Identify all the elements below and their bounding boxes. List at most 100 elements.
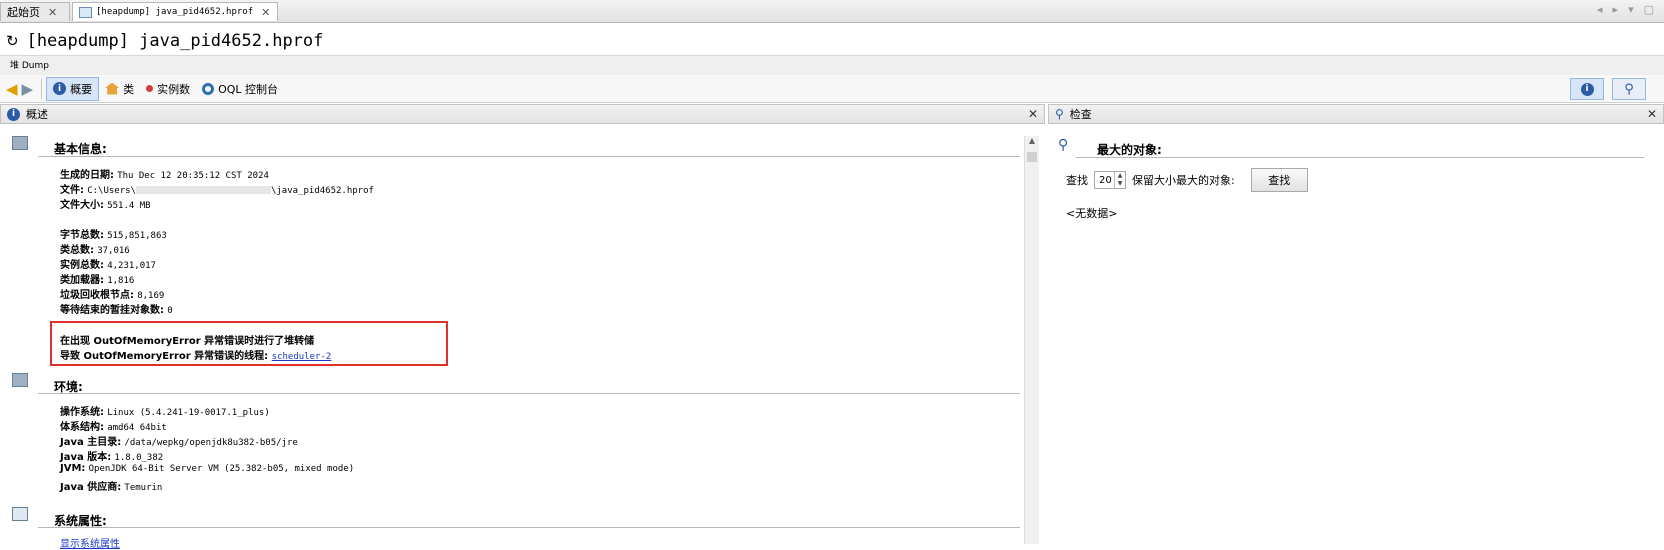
total-bytes-row: 字节总数: 515,851,863	[60, 226, 167, 241]
count-value: 20	[1099, 174, 1112, 186]
arch-value: amd64 64bit	[107, 423, 167, 433]
inspect-panel-title: 检查	[1069, 108, 1092, 121]
section-divider	[1076, 157, 1644, 158]
scroll-up-icon[interactable]: ▲	[1025, 136, 1039, 150]
oom-thread-label: 导致 OutOfMemoryError 异常错误的线程:	[60, 351, 269, 362]
instances-view-button[interactable]: 实例数	[140, 78, 196, 100]
heapdump-icon	[79, 6, 92, 18]
oql-console-label: OQL 控制台	[218, 82, 279, 96]
document-title: [heapdump] java_pid4652.hprof	[26, 31, 324, 51]
inspect-panel-header: ⚲ 检查 ✕	[1048, 104, 1664, 124]
file-value: C:\Users\	[87, 186, 136, 196]
total-classes-row: 类总数: 37,016	[60, 241, 130, 256]
maximize-icon[interactable]: ▢	[1644, 3, 1654, 16]
find-row: 查找 20 ▲ ▼ 保留大小最大的对象: 查找	[1066, 168, 1308, 192]
os-label: 操作系统:	[60, 407, 104, 418]
total-classes-value: 37,016	[97, 246, 130, 256]
scrollbar-thumb[interactable]	[1027, 152, 1037, 162]
oom-thread-link[interactable]: scheduler-2	[272, 352, 332, 362]
size-value: 551.4 MB	[107, 201, 151, 211]
java-version-row: Java 版本: 1.8.0_382	[60, 448, 163, 463]
tab-heapdump[interactable]: [heapdump] java_pid4652.hprof ✕	[72, 2, 278, 21]
oom-heapdump-notice: 在出现 OutOfMemoryError 异常错误时进行了堆转储	[60, 336, 315, 347]
close-icon[interactable]: ✕	[48, 6, 57, 19]
dropdown-icon[interactable]: ▾	[1628, 3, 1634, 16]
system-properties-icon	[12, 507, 28, 521]
overview-view-label: 概要	[70, 82, 93, 96]
redacted-path	[135, 186, 271, 194]
file-value-tail: \java_pid4652.hprof	[270, 186, 374, 196]
classes-view-button[interactable]: 类	[99, 78, 140, 100]
vertical-scrollbar[interactable]: ▲	[1024, 136, 1039, 544]
pending-finalization-row: 等待结束的暂挂对象数: 0	[60, 301, 173, 316]
java-home-row: Java 主目录: /data/wepkg/openjdk8u382-b05/j…	[60, 433, 298, 448]
pending-final-label: 等待结束的暂挂对象数:	[60, 305, 164, 316]
total-instances-value: 4,231,017	[107, 261, 156, 271]
search-icon: ⚲	[1055, 107, 1064, 121]
document-title-row: ↻ [heapdump] java_pid4652.hprof	[0, 24, 1664, 58]
close-icon[interactable]: ✕	[1028, 107, 1038, 121]
tab-start-page[interactable]: 起始页 ✕	[0, 2, 70, 21]
inspect-toggle-button[interactable]: ⚲	[1612, 78, 1646, 100]
environment-icon	[12, 373, 28, 387]
show-system-properties-link[interactable]: 显示系统属性	[60, 535, 120, 550]
generated-date-row: 生成的日期: Thu Dec 12 20:35:12 CST 2024	[60, 166, 269, 181]
subtab-heap-dump-label: 堆 Dump	[10, 61, 49, 71]
view-toolbar: ◀ ▶ i 概要 类 实例数 OQL 控制台 i ⚲	[0, 75, 1664, 103]
find-button[interactable]: 查找	[1250, 168, 1308, 192]
arch-label: 体系结构:	[60, 422, 104, 433]
oql-console-button[interactable]: OQL 控制台	[196, 78, 284, 100]
gc-roots-value: 8,169	[137, 291, 165, 301]
section-divider	[38, 527, 1020, 528]
count-spinner[interactable]: 20 ▲ ▼	[1094, 171, 1126, 189]
forward-arrow-icon[interactable]: ▶	[22, 80, 34, 98]
refresh-icon[interactable]: ↻	[6, 32, 19, 50]
overview-panel-header: i 概述 ✕	[0, 104, 1045, 124]
tab-start-page-label: 起始页	[7, 6, 40, 19]
instances-view-label: 实例数	[157, 82, 191, 96]
arch-row: 体系结构: amd64 64bit	[60, 418, 167, 433]
generated-label: 生成的日期:	[60, 170, 114, 181]
spinner-arrows-icon[interactable]: ▲ ▼	[1114, 172, 1125, 188]
close-icon[interactable]: ✕	[1647, 107, 1657, 121]
java-home-label: Java 主目录:	[60, 437, 122, 448]
overview-panel-title: 概述	[26, 108, 48, 121]
total-bytes-label: 字节总数:	[60, 230, 104, 241]
classes-icon	[105, 82, 120, 95]
info-icon: i	[7, 107, 20, 121]
java-version-label: Java 版本:	[60, 452, 112, 463]
jvm-row: JVM: OpenJDK 64-Bit Server VM (25.382-b0…	[60, 463, 354, 474]
section-divider	[38, 156, 1020, 157]
instance-icon	[146, 85, 154, 92]
os-row: 操作系统: Linux (5.4.241-19-0017.1_plus)	[60, 403, 270, 418]
file-row: 文件: C:\Users\ \java_pid4652.hprof	[60, 181, 374, 196]
total-instances-label: 实例总数:	[60, 260, 104, 271]
section-divider	[38, 393, 1020, 394]
toolbar-separator	[41, 78, 43, 99]
jvm-label: JVM:	[60, 463, 86, 474]
largest-objects-title: 最大的对象:	[1097, 143, 1162, 157]
pending-final-value: 0	[167, 306, 173, 316]
subtab-strip: 堆 Dump	[0, 55, 1664, 76]
overview-view-button[interactable]: i 概要	[46, 76, 100, 101]
jvm-value: OpenJDK 64-Bit Server VM (25.382-b05, mi…	[88, 464, 355, 474]
summary-toggle-button[interactable]: i	[1570, 78, 1604, 100]
vendor-label: Java 供应商:	[60, 482, 122, 493]
find-label: 查找	[1066, 174, 1088, 187]
classloaders-label: 类加载器:	[60, 275, 104, 286]
no-data-text: <无数据>	[1066, 207, 1118, 220]
close-icon[interactable]: ✕	[261, 6, 270, 19]
back-arrow-icon[interactable]: ◀	[6, 80, 18, 98]
generated-value: Thu Dec 12 20:35:12 CST 2024	[117, 171, 269, 181]
scroll-left-icon[interactable]: ◂	[1597, 3, 1603, 16]
gc-roots-label: 垃圾回收根节点:	[60, 290, 134, 301]
info-icon: i	[53, 82, 67, 95]
tab-heapdump-label: [heapdump] java_pid4652.hprof	[96, 7, 254, 17]
scroll-right-icon[interactable]: ▸	[1613, 3, 1619, 16]
gc-roots-row: 垃圾回收根节点: 8,169	[60, 286, 164, 301]
total-instances-row: 实例总数: 4,231,017	[60, 256, 156, 271]
classes-view-label: 类	[123, 82, 135, 96]
subtab-heap-dump[interactable]: 堆 Dump	[10, 58, 49, 71]
total-bytes-value: 515,851,863	[107, 231, 167, 241]
largest-objects-icon: ⚲	[1058, 137, 1069, 153]
